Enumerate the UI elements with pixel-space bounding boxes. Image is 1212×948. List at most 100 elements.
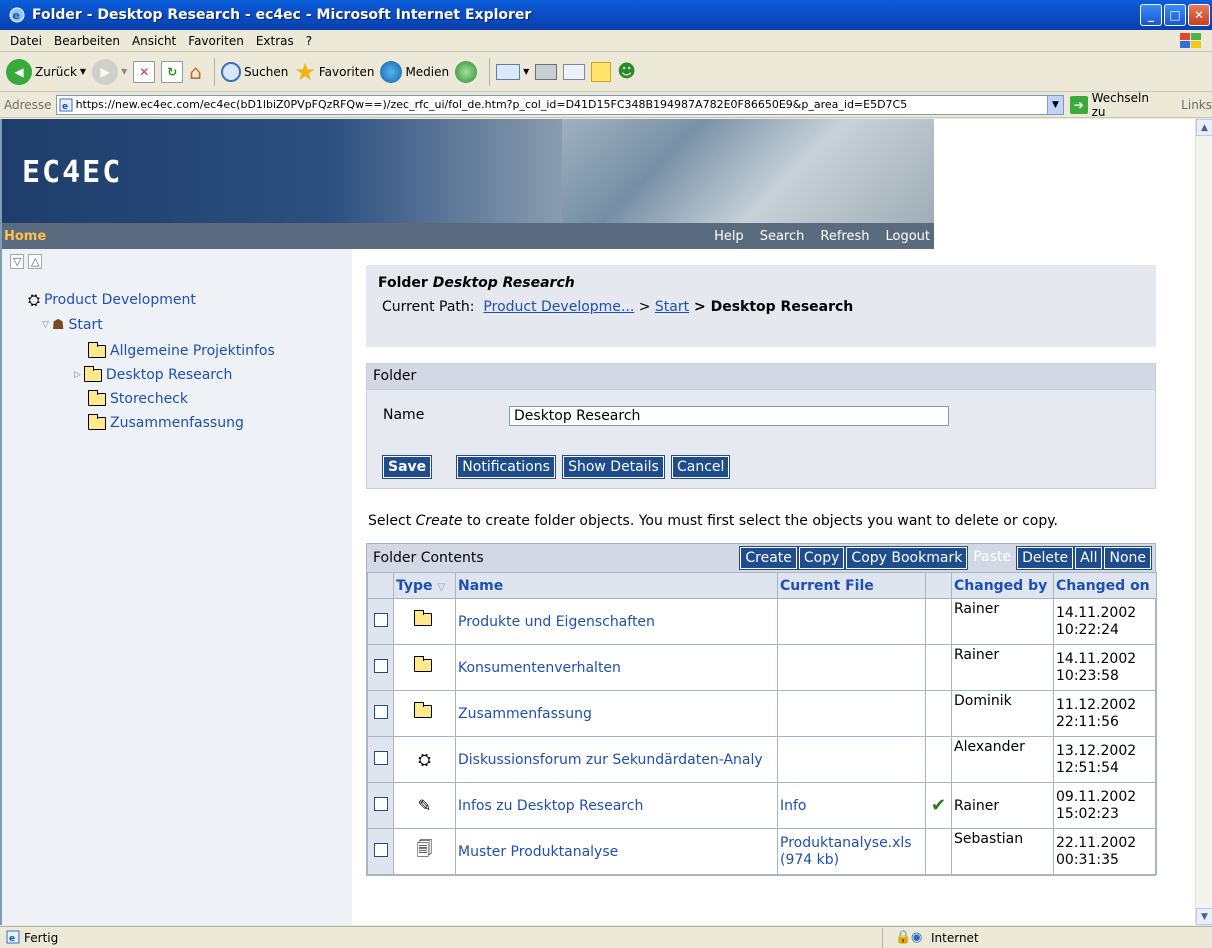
menu-datei[interactable]: Datei bbox=[4, 34, 48, 48]
item-name-link[interactable]: Konsumentenverhalten bbox=[458, 660, 621, 676]
tree-item-zusammenfassung[interactable]: Zusammenfassung bbox=[88, 413, 244, 431]
links-button[interactable]: Links bbox=[1181, 98, 1212, 112]
stop-button[interactable]: ✕ bbox=[133, 60, 156, 83]
folder-icon bbox=[413, 702, 432, 718]
forward-button[interactable]: ▶ ▼ bbox=[92, 58, 127, 85]
menu-favoriten[interactable]: Favoriten bbox=[182, 34, 250, 48]
tree-item-start[interactable]: ▽ ☗ Start bbox=[42, 317, 103, 333]
tree-toolbar: ▽ △ bbox=[10, 254, 43, 269]
search-button[interactable]: Suchen bbox=[220, 61, 288, 82]
menu-extras[interactable]: Extras bbox=[250, 34, 300, 48]
mail-button[interactable]: ▼ bbox=[496, 63, 529, 80]
stop-icon: ✕ bbox=[133, 60, 156, 83]
create-button[interactable]: Create bbox=[739, 546, 798, 570]
menu-ansicht[interactable]: Ansicht bbox=[126, 34, 182, 48]
vertical-scrollbar[interactable]: ▲ ▼ bbox=[1195, 119, 1212, 925]
row-checkbox[interactable] bbox=[373, 658, 388, 673]
chevron-down-icon[interactable]: ▼ bbox=[80, 67, 86, 76]
scroll-down-icon[interactable]: ▼ bbox=[1196, 908, 1212, 925]
copy-bookmark-button[interactable]: Copy Bookmark bbox=[845, 546, 969, 570]
refresh-button[interactable]: ↻ bbox=[161, 60, 184, 83]
paste-button[interactable]: Paste bbox=[969, 547, 1015, 569]
show-details-button[interactable]: Show Details bbox=[562, 455, 665, 479]
select-column-header bbox=[367, 572, 394, 599]
select-all-button[interactable]: All bbox=[1074, 546, 1104, 570]
file-link[interactable]: Produktanalyse.xls bbox=[780, 835, 923, 852]
chevron-down-icon[interactable]: ▼ bbox=[121, 67, 127, 76]
folder-icon bbox=[413, 610, 432, 626]
name-column-header[interactable]: Name bbox=[455, 572, 778, 599]
changed-by-cell: Sebastian bbox=[951, 828, 1054, 875]
notes-button[interactable] bbox=[591, 61, 612, 82]
close-button[interactable]: ✕ bbox=[1188, 4, 1210, 26]
address-input[interactable]: e https://new.ec4ec.com/ec4ec(bD1lbiZ0PV… bbox=[55, 94, 1064, 115]
status-text: Fertig bbox=[24, 930, 59, 945]
menu-bearbeiten[interactable]: Bearbeiten bbox=[48, 34, 126, 48]
collapse-all-icon[interactable]: △ bbox=[27, 254, 43, 269]
maximize-button[interactable]: □ bbox=[1164, 4, 1186, 26]
row-checkbox[interactable] bbox=[373, 612, 388, 627]
file-link[interactable]: Info bbox=[780, 798, 807, 814]
checkmark-icon: ✔ bbox=[930, 795, 947, 816]
search-icon bbox=[220, 61, 241, 82]
chevron-down-icon[interactable]: ▼ bbox=[1046, 95, 1063, 114]
item-name-link[interactable]: Diskussionsforum zur Sekundärdaten-Analy bbox=[458, 752, 763, 768]
scroll-up-icon[interactable]: ▲ bbox=[1196, 119, 1212, 136]
collapsed-triangle-icon[interactable]: ▷ bbox=[74, 370, 81, 380]
tree-item-storecheck[interactable]: Storecheck bbox=[88, 389, 188, 407]
go-button[interactable]: ➔ Wechseln zu bbox=[1069, 91, 1165, 119]
changed-by-column-header[interactable]: Changed by bbox=[951, 572, 1054, 599]
row-checkbox[interactable] bbox=[373, 750, 388, 765]
name-cell: Konsumentenverhalten bbox=[455, 644, 778, 691]
folder-name-input[interactable] bbox=[509, 406, 949, 426]
item-name-link[interactable]: Muster Produktanalyse bbox=[458, 844, 618, 860]
history-button[interactable] bbox=[455, 60, 478, 83]
row-select-cell bbox=[367, 598, 394, 645]
expand-all-icon[interactable]: ▽ bbox=[10, 254, 25, 269]
favorites-button[interactable]: ★ Favoriten bbox=[294, 58, 374, 86]
item-name-link[interactable]: Zusammenfassung bbox=[458, 706, 592, 722]
item-name-link[interactable]: Produkte und Eigenschaften bbox=[458, 614, 655, 630]
back-button[interactable]: ◀ Zurück ▼ bbox=[6, 58, 86, 85]
breadcrumb-link-start[interactable]: Start bbox=[655, 299, 689, 315]
logout-link[interactable]: Logout bbox=[885, 229, 930, 244]
current-file-column-header[interactable]: Current File bbox=[777, 572, 926, 599]
type-column-header[interactable]: Type ▽ bbox=[393, 572, 456, 599]
help-link[interactable]: Help bbox=[714, 229, 744, 244]
copy-button[interactable]: Copy bbox=[797, 546, 846, 570]
changed-on-column-header[interactable]: Changed on bbox=[1053, 572, 1157, 599]
home-button[interactable]: ⌂ bbox=[189, 60, 202, 84]
messenger-icon: ☻ bbox=[617, 61, 637, 82]
row-checkbox[interactable] bbox=[373, 842, 388, 857]
home-link[interactable]: Home bbox=[4, 229, 714, 244]
expanded-triangle-icon[interactable]: ▽ bbox=[42, 320, 49, 330]
cancel-button[interactable]: Cancel bbox=[670, 455, 731, 479]
print-button[interactable] bbox=[535, 63, 558, 80]
address-bar: Adresse e https://new.ec4ec.com/ec4ec(bD… bbox=[0, 91, 1212, 119]
tree-item-product-development[interactable]: ⛭ Product Development bbox=[28, 291, 196, 309]
select-none-button[interactable]: None bbox=[1103, 546, 1152, 570]
menu-help[interactable]: ? bbox=[300, 34, 318, 48]
media-button[interactable]: Medien bbox=[380, 60, 449, 83]
tree-item-desktop-research[interactable]: ▷ Desktop Research bbox=[74, 365, 232, 383]
status-cell bbox=[925, 690, 952, 737]
notifications-button[interactable]: Notifications bbox=[456, 455, 556, 479]
chevron-down-icon[interactable]: ▼ bbox=[523, 67, 529, 76]
item-name-link[interactable]: Infos zu Desktop Research bbox=[458, 798, 643, 814]
messenger-button[interactable]: ☻ bbox=[617, 61, 636, 82]
save-button[interactable]: Save bbox=[381, 455, 433, 479]
breadcrumb-link-product-development[interactable]: Product Developme... bbox=[483, 299, 634, 315]
refresh-link[interactable]: Refresh bbox=[820, 229, 869, 244]
changed-on-cell: 09.11.2002 15:02:23 bbox=[1053, 782, 1157, 829]
row-checkbox[interactable] bbox=[373, 796, 388, 811]
favorites-label: Favoriten bbox=[318, 64, 375, 79]
banner-photo bbox=[562, 119, 934, 223]
delete-button[interactable]: Delete bbox=[1016, 546, 1075, 570]
search-link[interactable]: Search bbox=[760, 229, 805, 244]
minimize-button[interactable]: _ bbox=[1140, 4, 1162, 26]
row-checkbox[interactable] bbox=[373, 704, 388, 719]
title-folder-name: Desktop Research bbox=[432, 275, 575, 291]
status-cell bbox=[925, 644, 952, 691]
tree-item-allgemeine-projektinfos[interactable]: Allgemeine Projektinfos bbox=[88, 341, 275, 359]
edit-button[interactable] bbox=[563, 63, 586, 80]
